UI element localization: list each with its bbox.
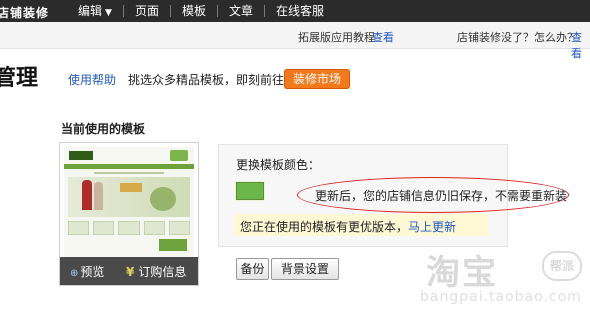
update-now-link[interactable]: 马上更新 bbox=[408, 220, 456, 234]
thumb-figure bbox=[82, 180, 92, 210]
thumb-badge bbox=[170, 150, 188, 161]
color-swatch-green[interactable] bbox=[236, 182, 264, 200]
decoration-market-button[interactable]: 装修市场 bbox=[284, 69, 350, 89]
caret-down-icon: ▼ bbox=[105, 8, 112, 18]
notice-text: 更新后，您的店铺信息仍旧保存，不需要重新装 bbox=[315, 189, 568, 203]
question-view-link[interactable]: 查看 bbox=[571, 29, 590, 61]
change-color-label: 更换模板颜色： bbox=[236, 158, 321, 172]
template-thumbnail[interactable] bbox=[64, 147, 194, 257]
help-bar: 拓展版应用教程 查看 店铺装修没了？怎么办？ 查看 bbox=[0, 22, 590, 60]
watermark: 淘宝 帮派 bangpai.taobao.com bbox=[420, 243, 590, 312]
page-title: 管理 bbox=[0, 66, 39, 91]
menu-templates[interactable]: 模板 bbox=[171, 0, 217, 22]
promo-text: 挑选众多精品模板，即刻前往 bbox=[128, 73, 285, 87]
tutorial-view-link[interactable]: 查看 bbox=[372, 29, 394, 45]
thumb-tree bbox=[150, 187, 176, 211]
top-menu: 编辑 ▼ 页面 模板 文章 在线客服 bbox=[67, 0, 335, 22]
menu-online-service[interactable]: 在线客服 bbox=[265, 0, 335, 22]
menu-articles[interactable]: 文章 bbox=[218, 0, 264, 22]
background-settings-button[interactable]: 背景设置 bbox=[271, 258, 339, 280]
thumbnail-action-bar: ⊕ 预览 ¥ 订购信息 bbox=[60, 257, 198, 285]
thumb-nav bbox=[64, 164, 194, 169]
thumb-product-row bbox=[68, 221, 191, 235]
question-text: 店铺装修没了？怎么办？ bbox=[457, 31, 578, 44]
preview-button[interactable]: ⊕ 预览 bbox=[70, 263, 104, 280]
preview-icon: ⊕ bbox=[70, 268, 79, 279]
watermark-logo: 淘宝 bbox=[426, 253, 498, 293]
order-info-button[interactable]: ¥ 订购信息 bbox=[126, 263, 186, 280]
watermark-badge: 帮派 bbox=[542, 251, 582, 281]
tutorial-text: 拓展版应用教程 bbox=[298, 31, 375, 44]
backup-button[interactable]: 备份 bbox=[236, 258, 269, 280]
current-template-title: 当前使用的模板 bbox=[61, 122, 146, 136]
thumb-text-line bbox=[94, 172, 164, 174]
menu-edit[interactable]: 编辑 ▼ bbox=[67, 0, 123, 22]
thumb-logo bbox=[69, 151, 93, 160]
update-notice-bar: 您正在使用的模板有更优版本，马上更新 bbox=[234, 214, 489, 236]
update-text: 您正在使用的模板有更优版本， bbox=[240, 220, 409, 234]
watermark-url: bangpai.taobao.com bbox=[420, 289, 582, 305]
thumb-figure bbox=[94, 182, 103, 210]
thumb-shop-label bbox=[159, 239, 187, 251]
notice-callout: 更新后，您的店铺信息仍旧保存，不需要重新装 bbox=[297, 177, 569, 213]
thumb-sign bbox=[120, 183, 142, 192]
help-link[interactable]: 使用帮助 bbox=[68, 71, 116, 88]
yen-icon: ¥ bbox=[126, 265, 135, 279]
template-thumbnail-card: ⊕ 预览 ¥ 订购信息 bbox=[59, 142, 199, 286]
top-navbar: 店铺装修 编辑 ▼ 页面 模板 文章 在线客服 bbox=[0, 0, 590, 22]
menu-pages[interactable]: 页面 bbox=[124, 0, 170, 22]
app-title: 店铺装修 bbox=[0, 6, 50, 20]
